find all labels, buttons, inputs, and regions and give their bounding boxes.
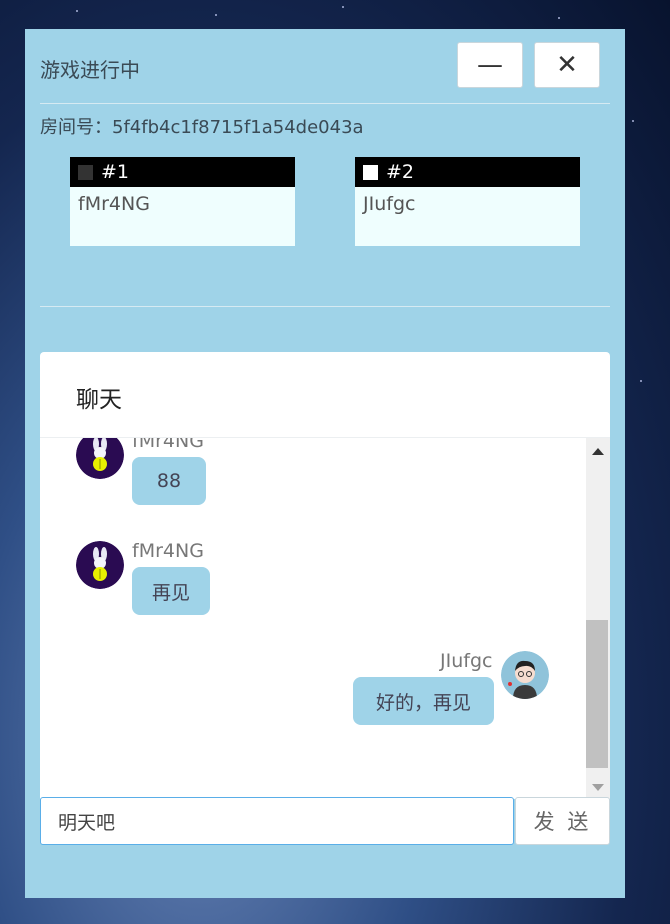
message-bubble: 88: [132, 457, 206, 505]
message-username: JIufgc: [440, 650, 493, 672]
player-name: JIufgc: [363, 193, 416, 215]
chat-scrollbar[interactable]: [586, 438, 610, 799]
message-bubble: 好的，再见: [353, 677, 494, 725]
chat-title: 聊天: [76, 387, 122, 413]
player-header: #1: [70, 157, 295, 187]
minus-icon: —: [477, 50, 503, 80]
boy-avatar: [501, 651, 549, 699]
rabbit-avatar: [76, 541, 124, 589]
player-number: #1: [101, 161, 130, 183]
message-username: fMr4NG: [132, 438, 204, 452]
player-name: fMr4NG: [78, 193, 150, 215]
header-divider: [40, 103, 610, 104]
rabbit-avatar: [76, 438, 124, 479]
chat-input[interactable]: [40, 797, 514, 845]
black-square-icon: [78, 164, 93, 180]
message-username: fMr4NG: [132, 540, 204, 562]
send-button[interactable]: 发 送: [515, 797, 610, 845]
message-bubble: 再见: [132, 567, 210, 615]
player-header: #2: [355, 157, 580, 187]
minimize-button[interactable]: —: [457, 42, 523, 88]
message-list[interactable]: fMr4NG 88 fMr4NG 再见 JIufgc 好的，再见: [40, 438, 586, 799]
scroll-down-icon[interactable]: [592, 784, 604, 791]
chat-panel: 聊天 fMr4NG 88 fMr4NG 再见 JIufgc 好的，再见: [40, 352, 610, 799]
player-card-2: #2 JIufgc: [355, 157, 580, 246]
player-number: #2: [386, 161, 415, 183]
x-icon: ✕: [556, 50, 578, 80]
scroll-thumb[interactable]: [586, 620, 608, 768]
player-card-1: #1 fMr4NG: [70, 157, 295, 246]
game-window: 游戏进行中 — ✕ 房间号：5f4fb4c1f8715f1a54de043a #…: [25, 29, 625, 898]
close-button[interactable]: ✕: [534, 42, 600, 88]
section-divider: [40, 306, 610, 307]
scroll-up-icon[interactable]: [592, 448, 604, 455]
window-title: 游戏进行中: [40, 58, 140, 82]
room-number: 房间号：5f4fb4c1f8715f1a54de043a: [40, 117, 364, 138]
white-square-icon: [363, 164, 378, 180]
